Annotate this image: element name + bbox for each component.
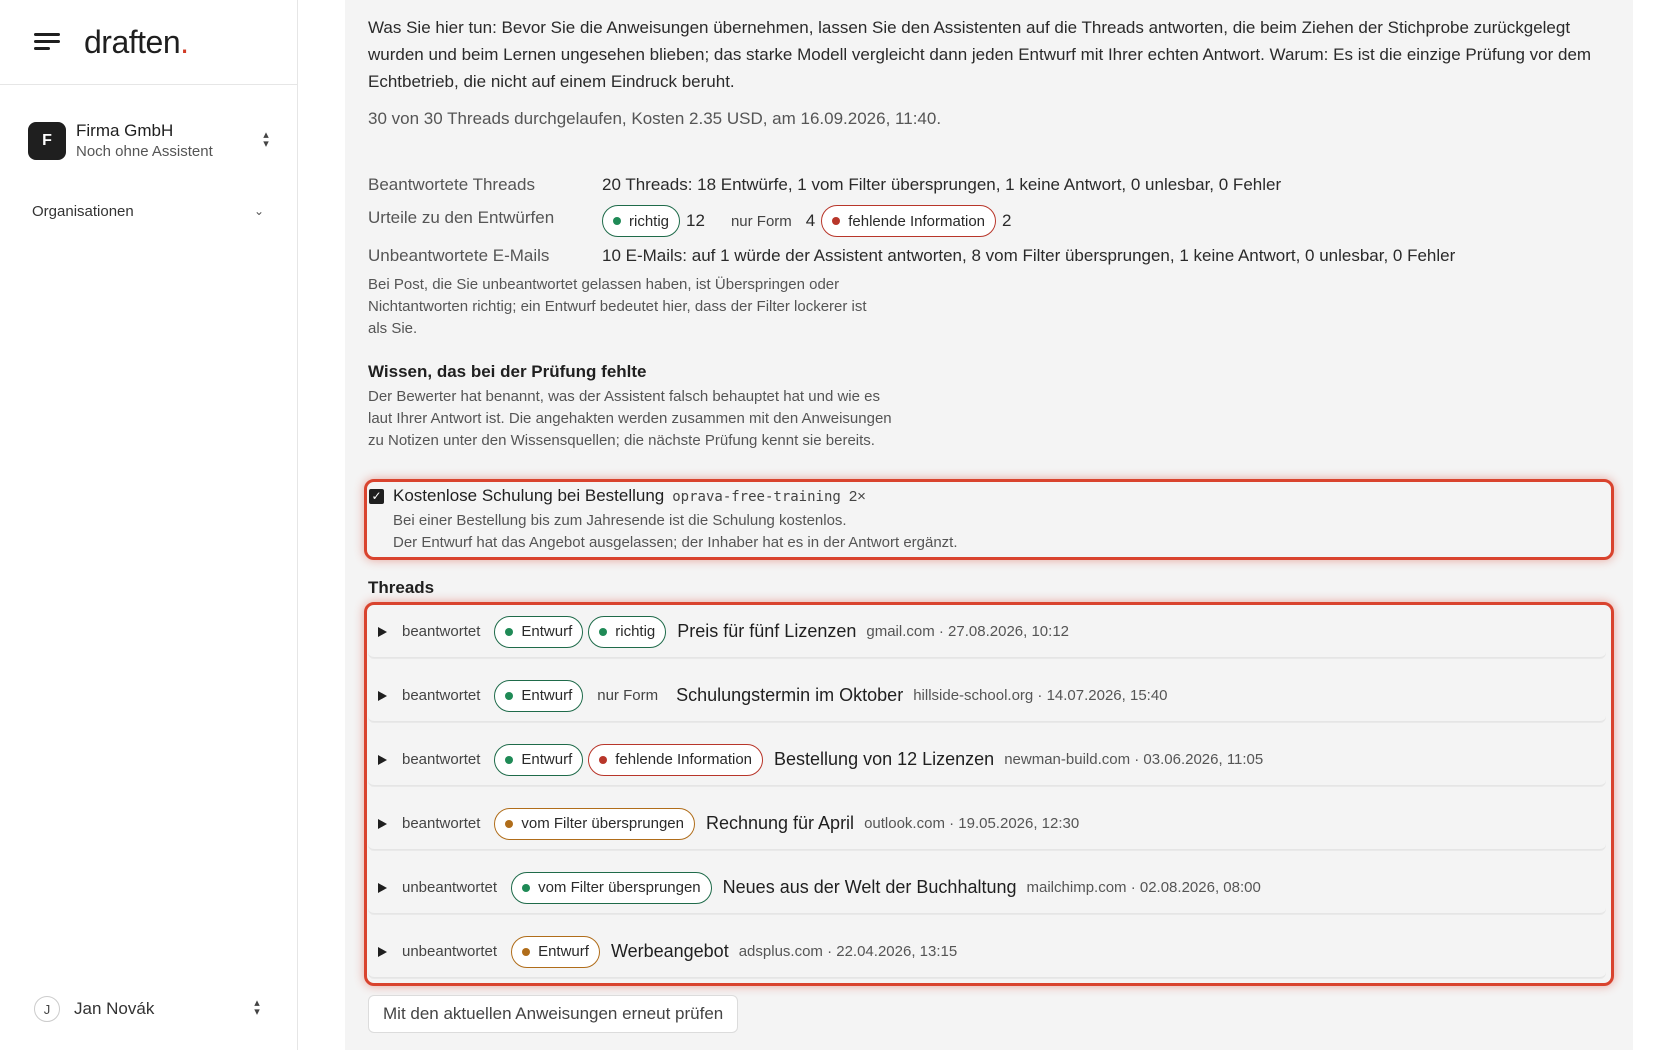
verdicts-summary: richtig 12 nur Form 4 fehlende Informati… (602, 204, 1011, 238)
thread-subject: Bestellung von 12 Lizenzen (774, 749, 995, 769)
verdict-count-missing: 2 (1002, 211, 1012, 230)
verdict-badge-correct: richtig (602, 205, 681, 237)
thread-meta: outlook.com · 19.05.2026, 12:30 (864, 815, 1080, 832)
status-dot (599, 755, 608, 764)
thread-meta: mailchimp.com · 02.08.2026, 08:00 (1026, 879, 1261, 896)
status-dot (505, 755, 514, 764)
thread-subject: Rechnung für April (705, 813, 855, 833)
thread-meta: hillside-school.org · 14.07.2026, 15:40 (913, 687, 1168, 704)
status-dot (505, 819, 514, 828)
expand-triangle-icon[interactable] (378, 754, 387, 765)
sidebar-item-label: Organisationen (32, 202, 134, 220)
verdict-badge-missing: fehlende Information (821, 205, 997, 237)
status-dot (832, 217, 841, 225)
thread-badge-draft: Entwurf (494, 679, 584, 712)
intro-text: Was Sie hier tun: Bevor Sie die Anweisun… (368, 18, 1592, 91)
verdict-count-form: 4 (805, 211, 816, 230)
knowledge-checkbox[interactable]: ✓ (369, 489, 384, 504)
thread-row[interactable]: beantwortet Entwurf nur Form Schulungste… (368, 670, 1606, 722)
thread-meta: newman-build.com · 03.06.2026, 11:05 (1004, 751, 1264, 768)
knowledge-note: Der Bewerter hat benannt, was der Assist… (368, 388, 892, 449)
expand-triangle-icon[interactable] (378, 818, 387, 829)
status-dot (522, 947, 531, 956)
unanswered-label: Unbeantwortete E-Mails (368, 246, 550, 265)
thread-subject: Neues aus der Welt der Buchhaltung (722, 877, 1017, 897)
expand-triangle-icon[interactable] (378, 882, 387, 893)
thread-badge-verdict: fehlende Information (588, 743, 764, 776)
org-subtitle: Noch ohne Assistent (76, 143, 213, 160)
thread-state: beantwortet (402, 623, 481, 640)
org-name: Firma GmbH (76, 121, 174, 140)
status-dot (613, 217, 621, 225)
status-dot (599, 627, 608, 636)
expand-triangle-icon[interactable] (378, 946, 387, 957)
thread-row[interactable]: beantwortet Entwurf richtig Preis für fü… (368, 606, 1606, 658)
chevron-down-icon: ⌄ (253, 204, 264, 218)
knowledge-heading: Wissen, das bei der Prüfung fehlte (368, 362, 647, 381)
thread-state: unbeantwortet (402, 879, 498, 896)
thread-tag-form: nur Form (597, 687, 659, 704)
verdict-count-correct: 12 (686, 211, 705, 230)
thread-badge-draft: Entwurf (511, 935, 600, 968)
verdicts-label: Urteile zu den Entwürfen (368, 208, 555, 227)
expand-triangle-icon[interactable] (378, 690, 387, 701)
retry-check-button[interactable]: Mit den aktuellen Anweisungen erneut prü… (368, 995, 739, 1033)
sidebar: draften. F Firma GmbH Noch ohne Assisten… (0, 0, 298, 1050)
knowledge-code: oprava-free-training (672, 489, 841, 505)
user-menu[interactable]: J Jan Novák ▴ ▾ (34, 995, 264, 1023)
thread-row[interactable]: beantwortet vom Filter übersprungen Rech… (368, 798, 1606, 850)
knowledge-item: ✓ Kostenlose Schulung bei Bestellung opra… (369, 484, 1611, 558)
logo[interactable]: draften. (84, 24, 189, 61)
expand-triangle-icon[interactable] (378, 626, 387, 637)
knowledge-count: 2× (848, 488, 866, 505)
thread-state: beantwortet (402, 751, 481, 768)
sidebar-header: draften. (0, 0, 297, 85)
thread-subject: Werbeangebot (610, 941, 729, 961)
thread-badge-draft: Entwurf (494, 615, 584, 648)
org-switcher[interactable]: F Firma GmbH Noch ohne Assistent ▴ ▾ (28, 116, 273, 166)
thread-state: unbeantwortet (402, 943, 498, 960)
thread-row[interactable]: unbeantwortet Entwurf Werbeangebot adspl… (368, 926, 1606, 978)
chevron-up-down-icon: ▴ ▾ (263, 129, 269, 150)
thread-subject: Schulungstermin im Oktober (676, 685, 904, 705)
knowledge-line-1: Bei einer Bestellung bis zum Jahresende … (393, 512, 847, 529)
answered-label: Beantwortete Threads (368, 175, 535, 194)
org-avatar: F (28, 122, 66, 160)
status-dot (505, 627, 514, 636)
sidebar-item-organisationen[interactable]: Organisationen ⌄ (32, 200, 264, 222)
thread-badge-verdict: richtig (588, 615, 667, 648)
answered-value: 20 Threads: 18 Entwürfe, 1 vom Filter üb… (602, 175, 1282, 194)
status-dot (522, 883, 531, 892)
thread-row[interactable]: beantwortet Entwurf fehlende Information… (368, 734, 1606, 786)
thread-badge-filter: vom Filter übersprungen (511, 871, 712, 904)
threads-heading: Threads (368, 578, 435, 597)
run-info: 30 von 30 Threads durchgelaufen, Kosten … (368, 109, 942, 128)
thread-meta: adsplus.com · 22.04.2026, 13:15 (738, 943, 958, 960)
status-dot (505, 691, 514, 700)
chevron-up-down-icon: ▴ ▾ (254, 997, 260, 1018)
thread-state: beantwortet (402, 815, 481, 832)
thread-row[interactable]: unbeantwortet vom Filter übersprungen Ne… (368, 862, 1606, 914)
knowledge-line-2: Der Entwurf hat das Angebot ausgelassen;… (393, 534, 958, 551)
knowledge-title: Kostenlose Schulung bei Bestellung oprava… (393, 486, 866, 505)
thread-meta: gmail.com · 27.08.2026, 10:12 (866, 623, 1069, 640)
unanswered-note: Bei Post, die Sie unbeantwortet gelassen… (368, 276, 867, 337)
thread-badge-draft: Entwurf (494, 743, 584, 776)
thread-state: beantwortet (402, 687, 481, 704)
verdict-tag-form: nur Form (730, 212, 792, 230)
menu-icon[interactable] (34, 31, 60, 53)
unanswered-value: 10 E-Mails: auf 1 würde der Assistent an… (602, 246, 1456, 265)
avatar: J (34, 996, 60, 1022)
thread-subject: Preis für fünf Lizenzen (677, 621, 857, 641)
user-name: Jan Novák (74, 999, 155, 1018)
thread-badge-filter: vom Filter übersprungen (494, 807, 695, 840)
